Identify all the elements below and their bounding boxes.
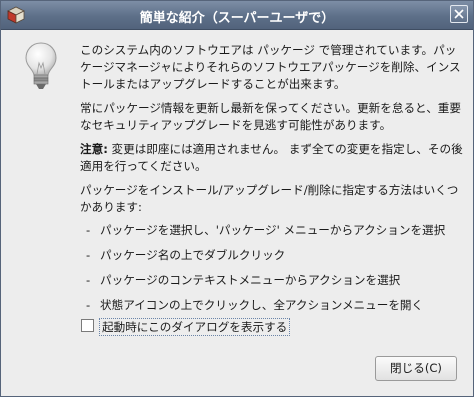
ways-list: - パッケージを選択し、'パッケージ' メニューからアクションを選択 - パッケージ… [80,222,465,322]
list-item: - パッケージを選択し、'パッケージ' メニューからアクションを選択 [86,223,446,237]
list-item: - パッケージのコンテキストメニューからアクションを選択 [86,273,401,287]
note-text: 変更は即座には適用されません。 まず全ての変更を指定し、その後適用を行ってくださ… [80,142,463,173]
note-paragraph: 注意: 変更は即座には適用されません。 まず全ての変更を指定し、その後適用を行っ… [80,141,465,175]
close-button[interactable]: 閉じる(C) [375,356,457,381]
close-icon [454,9,464,19]
title-bar[interactable]: 簡単な紹介（スーパーユーザで） [1,1,473,30]
intro-paragraph: このシステム内のソフトウエアは パッケージ で管理されています。パッケージマネー… [80,43,461,91]
show-on-startup-checkbox[interactable] [81,319,94,332]
window-title: 簡単な紹介（スーパーユーザで） [139,11,335,26]
ways-intro: パッケージをインストール/アップグレード/削除に指定する方法はいくつかあります: [80,183,459,214]
close-window-button[interactable] [450,5,468,23]
lightbulb-icon [23,41,59,93]
show-on-startup-label[interactable]: 起動時にこのダイアログを表示する [99,318,291,336]
intro-content: このシステム内のソフトウエアは パッケージ で管理されています。パッケージマネー… [80,42,465,322]
update-paragraph: 常にパッケージ情報を更新し最新を保ってください。更新を怠ると、重要なセキュリティ… [80,101,461,132]
intro-dialog: 簡単な紹介（スーパーユーザで） このシステム内のソフトウエアは パッケージ で管… [0,0,474,397]
note-label: 注意: [80,142,108,156]
list-item: - パッケージ名の上でダブルクリック [86,248,286,262]
